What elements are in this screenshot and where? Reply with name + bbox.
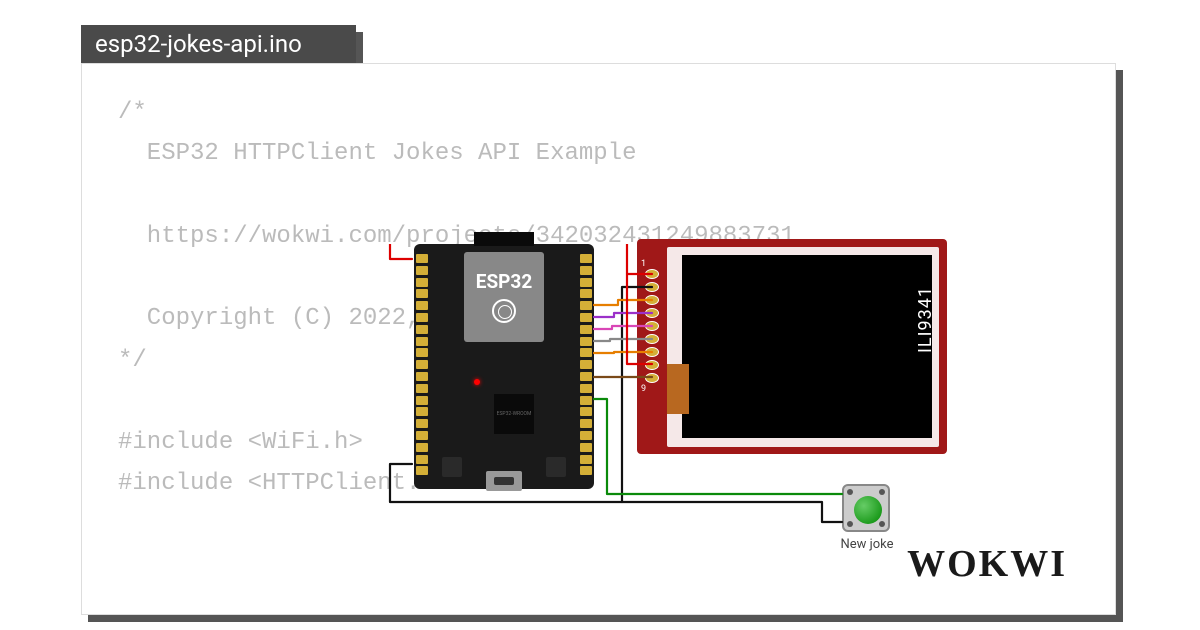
display-screen: [682, 255, 932, 438]
pin-header-left: [416, 254, 428, 475]
esp32-label: ESP32: [464, 252, 544, 293]
display-flex-cable: [667, 364, 689, 414]
file-tab[interactable]: esp32-jokes-api.ino: [81, 25, 356, 63]
button-cap-icon: [854, 496, 882, 524]
code-card: /* ESP32 HTTPClient Jokes API Example ht…: [81, 63, 1116, 615]
espressif-logo-icon: [492, 299, 516, 323]
pin-1-label: 1: [641, 259, 646, 269]
display-model-label: ILI9341: [915, 286, 936, 353]
esp32-board[interactable]: ESP32 ESP32-WROOM: [414, 244, 594, 489]
ili9341-display[interactable]: 1 9 ILI9341: [637, 239, 947, 454]
micro-usb-port: [486, 471, 522, 491]
pin-header-right: [580, 254, 592, 475]
pin-9-label: 9: [641, 384, 646, 394]
wifi-antenna: [474, 232, 534, 246]
boot-button[interactable]: [546, 457, 566, 477]
display-pin-header: [645, 269, 659, 383]
button-label: New joke: [822, 537, 912, 552]
esp32-chip: ESP32-WROOM: [494, 394, 534, 434]
en-button[interactable]: [442, 457, 462, 477]
filename: esp32-jokes-api.ino: [95, 30, 302, 58]
esp32-shield: ESP32: [464, 252, 544, 342]
wokwi-logo: WOKWI: [907, 542, 1067, 586]
power-led-icon: [474, 379, 480, 385]
circuit-diagram: ESP32 ESP32-WROOM 1 9 ILI9341: [382, 244, 1002, 564]
new-joke-button[interactable]: [842, 484, 890, 532]
